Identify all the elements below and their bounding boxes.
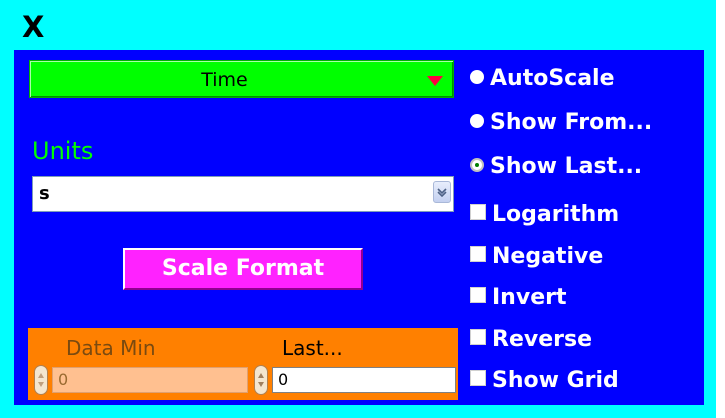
negative-checkbox[interactable]: Negative — [470, 242, 603, 272]
stepper-arrows-icon — [38, 373, 44, 387]
last-label: Last... — [282, 336, 343, 360]
axis-settings-panel: Time Units s Scale Format Data Min Last.… — [14, 50, 704, 405]
show-last-radio[interactable]: Show Last... — [470, 152, 642, 182]
autoscale-radio[interactable]: AutoScale — [470, 64, 615, 94]
data-min-stepper[interactable] — [34, 365, 48, 395]
reverse-checkbox[interactable]: Reverse — [470, 325, 592, 355]
checkbox-icon — [470, 287, 486, 303]
negative-label: Negative — [492, 244, 604, 269]
range-controls: Data Min Last... 0 0 — [28, 328, 458, 400]
axis-settings-window: X Time Units s Scale Format Data Min Las… — [0, 0, 716, 418]
checkbox-icon — [470, 204, 486, 220]
dropdown-arrow-icon[interactable] — [427, 76, 443, 86]
units-value: s — [39, 183, 50, 204]
scale-format-button[interactable]: Scale Format — [123, 248, 363, 290]
checkbox-icon — [470, 329, 486, 345]
stepper-arrows-icon — [258, 373, 264, 387]
last-stepper[interactable] — [254, 365, 268, 395]
units-dropdown-button[interactable] — [433, 181, 451, 203]
autoscale-label: AutoScale — [490, 66, 615, 91]
units-label: Units — [32, 137, 94, 165]
show-from-label: Show From... — [490, 110, 653, 135]
radio-icon — [470, 70, 484, 84]
logarithm-label: Logarithm — [492, 202, 620, 227]
radio-icon — [470, 114, 484, 128]
radio-selected-icon — [470, 158, 484, 172]
show-from-radio[interactable]: Show From... — [470, 108, 652, 138]
data-min-field[interactable]: 0 — [52, 367, 248, 393]
show-last-label: Show Last... — [490, 154, 643, 179]
reverse-label: Reverse — [492, 327, 592, 352]
checkbox-icon — [470, 246, 486, 262]
last-field[interactable]: 0 — [272, 367, 456, 393]
show-grid-checkbox[interactable]: Show Grid — [470, 366, 619, 396]
axis-selector-dropdown[interactable]: Time — [29, 60, 454, 98]
units-combobox[interactable]: s — [32, 176, 454, 212]
chevron-down-icon — [437, 188, 447, 197]
checkbox-icon — [470, 370, 486, 386]
data-min-label: Data Min — [66, 336, 156, 360]
axis-selector-value: Time — [201, 69, 248, 91]
show-grid-label: Show Grid — [492, 368, 619, 393]
invert-checkbox[interactable]: Invert — [470, 283, 566, 313]
invert-label: Invert — [492, 285, 567, 310]
logarithm-checkbox[interactable]: Logarithm — [470, 200, 619, 230]
axis-title: X — [22, 10, 45, 44]
